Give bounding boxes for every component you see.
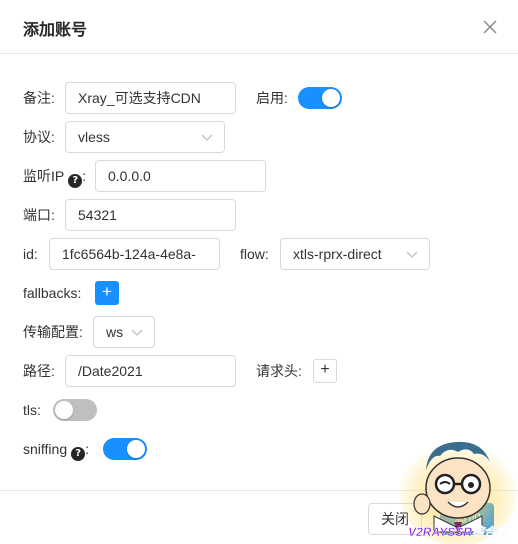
protocol-label: 协议: [23,129,55,145]
chevron-down-icon [406,251,418,258]
id-label: id: [23,246,38,262]
close-icon[interactable] [481,18,499,36]
sniffing-colon: : [85,441,89,457]
tls-toggle[interactable] [53,399,97,421]
row-port: 端口: 54321 [0,199,518,231]
listen-ip-colon: : [82,168,87,184]
sniffing-toggle[interactable] [103,438,147,460]
row-remark: 备注: Xray_可选支持CDN 启用: [0,82,518,114]
row-id: id: 1fc6564b-124a-4e8a- flow: xtls-rprx-… [0,238,518,270]
dialog-header: 添加账号 [0,0,518,54]
transport-label: 传输配置: [23,324,83,340]
transport-select[interactable]: ws [93,316,155,348]
question-circle-icon[interactable]: ? [71,447,86,461]
protocol-select[interactable]: vless [65,121,225,153]
port-label: 端口: [23,207,55,223]
path-input[interactable]: /Date2021 [65,355,236,387]
toggle-knob [55,401,73,419]
headers-label: 请求头: [256,363,302,379]
row-fallbacks: fallbacks: + [0,277,518,309]
row-tls: tls: [0,394,518,426]
id-input[interactable]: 1fc6564b-124a-4e8a- [49,238,220,270]
add-fallback-button[interactable]: + [95,281,119,305]
enable-toggle[interactable] [298,87,342,109]
flow-select[interactable]: xtls-rprx-direct [280,238,430,270]
protocol-value: vless [78,129,110,145]
flow-value: xtls-rprx-direct [293,246,382,262]
sniffing-label: sniffing?: [23,433,89,465]
transport-value: ws [106,324,124,340]
remark-input[interactable]: Xray_可选支持CDN [65,82,236,114]
flow-label: flow: [240,246,269,262]
add-header-button[interactable]: + [313,359,337,383]
remark-label: 备注: [23,90,55,106]
row-path: 路径: /Date2021 请求头: + [0,355,518,387]
fallbacks-label: fallbacks: [23,285,82,301]
path-label: 路径: [23,363,55,379]
tls-label: tls: [23,402,41,418]
row-protocol: 协议: vless [0,121,518,153]
toggle-knob [322,89,340,107]
listen-ip-label: 监听IP?: [23,160,86,192]
chevron-down-icon [201,134,213,141]
watermark-text: V2RAYSSR综合网 [408,525,510,539]
add-account-dialog: 添加账号 备注: Xray_可选支持CDN 启用: 协议: vless 监听IP… [0,0,518,544]
toggle-knob [127,440,145,458]
port-input[interactable]: 54321 [65,199,236,231]
question-circle-icon[interactable]: ? [68,174,83,188]
sniffing-label-text: sniffing [23,441,68,457]
watermark-mascot: V2RAYSSR综合网 [400,441,516,544]
row-listen-ip: 监听IP?: 0.0.0.0 [0,160,518,192]
chevron-down-icon [131,329,143,336]
listen-ip-label-text: 监听IP [23,168,65,184]
listen-ip-input[interactable]: 0.0.0.0 [95,160,266,192]
row-transport: 传输配置: ws [0,316,518,348]
dialog-title: 添加账号 [23,22,88,39]
enable-label: 启用: [256,90,288,106]
